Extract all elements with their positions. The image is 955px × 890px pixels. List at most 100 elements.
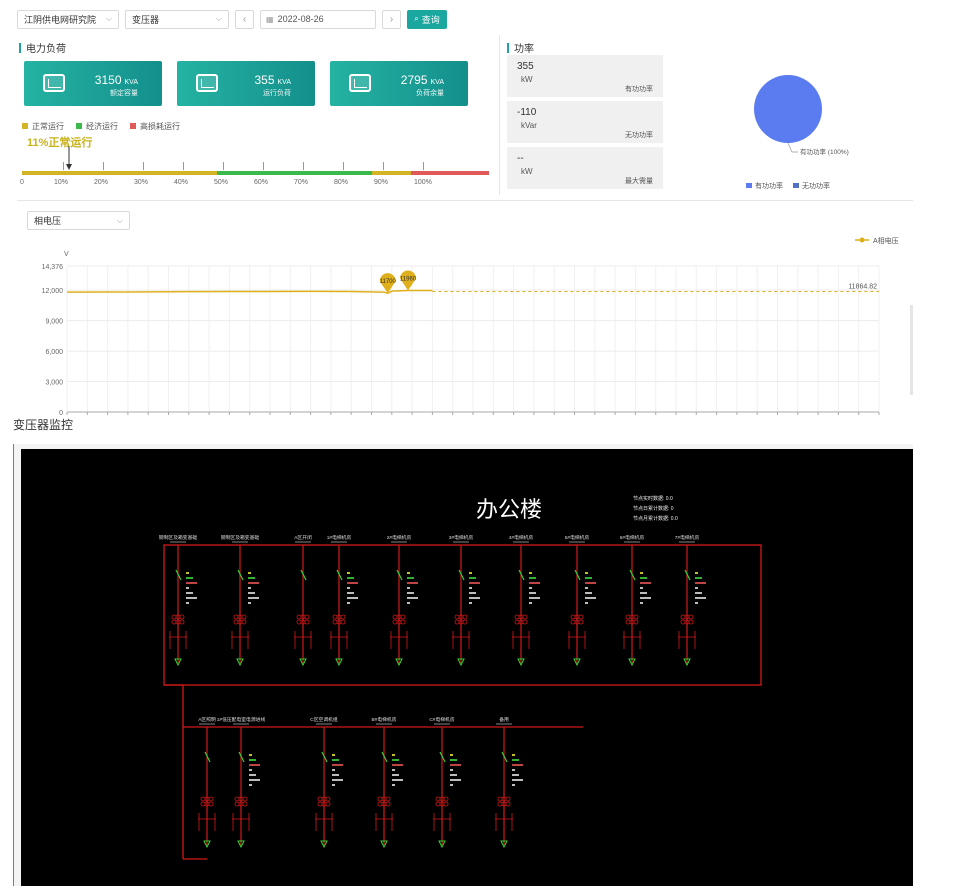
ct-symbol — [179, 614, 185, 620]
card-value: 355 — [254, 73, 275, 87]
card-value: 3150 — [94, 73, 122, 87]
device-select[interactable]: 变压器 ⌵ — [125, 9, 229, 29]
ct-symbol — [680, 614, 686, 620]
meter-reading-glyph — [347, 592, 354, 594]
meter-reading-glyph — [512, 764, 523, 766]
power-name: 无功功率 — [625, 132, 653, 139]
card-label: 额定容量 — [110, 90, 138, 97]
ct-symbol — [296, 614, 302, 620]
meter-reading-glyph — [695, 592, 702, 594]
y-tick-label: 3,000 — [45, 380, 63, 387]
feeder-label: A区照明 — [198, 717, 216, 723]
ct-symbol — [443, 796, 449, 802]
power-name: 有功功率 — [625, 86, 653, 93]
meter-reading-glyph — [392, 769, 395, 771]
ct-symbol — [325, 801, 331, 807]
ct-symbol — [332, 614, 338, 620]
next-date-button[interactable]: › — [382, 9, 401, 29]
pie-legend-active[interactable]: 有功功率 — [746, 181, 783, 191]
meter-reading-glyph — [529, 577, 536, 579]
meter-reading-glyph — [640, 602, 643, 604]
meter-reading-glyph — [249, 779, 260, 781]
prev-date-button[interactable]: ‹ — [235, 9, 254, 29]
ct-symbol — [332, 619, 338, 625]
scale-tick-label: 10% — [54, 179, 69, 186]
page-root: 江阴供电网研究院 ⌵ 变压器 ⌵ ‹ ▦ 2022-08-26 › ⌕ 查询 电… — [0, 0, 955, 890]
legend-marker — [859, 237, 865, 243]
ct-symbol — [505, 796, 511, 802]
ct-symbol — [392, 614, 398, 620]
feeder-label: 7#电梯机房 — [675, 534, 700, 541]
scale-tick-mark — [183, 162, 184, 170]
power-unit: kW — [521, 167, 533, 176]
load-legend: 正常运行 经济运行 高损耗运行 — [22, 121, 180, 132]
query-button[interactable]: ⌕ 查询 — [407, 9, 447, 29]
voltage-select-value: 相电压 — [34, 216, 62, 226]
meter-reading-glyph — [332, 774, 339, 776]
power-value: -110 — [517, 107, 537, 118]
meter-reading-glyph — [529, 592, 536, 594]
rated-capacity-card: 3150 KVA 额定容量 — [24, 61, 162, 106]
ct-symbol — [400, 619, 406, 625]
ct-symbol — [578, 619, 584, 625]
load-scale-bar — [22, 171, 489, 175]
ct-symbol — [233, 614, 239, 620]
meter-reading-glyph — [529, 572, 532, 574]
ct-symbol — [570, 614, 576, 620]
ct-symbol — [377, 801, 383, 807]
legend-normal: 正常运行 — [22, 121, 64, 132]
meter-reading-glyph — [332, 759, 339, 761]
toolbar: 江阴供电网研究院 ⌵ 变压器 ⌵ ‹ ▦ 2022-08-26 › ⌕ 查询 — [17, 9, 447, 29]
ct-symbol — [377, 796, 383, 802]
active-power-box: 355 kW 有功功率 — [507, 55, 663, 97]
card-unit: KVA — [277, 79, 292, 86]
ct-symbol — [171, 619, 177, 625]
meter-reading-glyph — [332, 769, 335, 771]
meter-reading-glyph — [248, 587, 251, 589]
date-picker[interactable]: ▦ 2022-08-26 — [260, 9, 376, 29]
ct-symbol — [522, 619, 528, 625]
marker-label: 11960 — [400, 277, 417, 283]
meter-reading-glyph — [469, 577, 476, 579]
meter-reading-glyph — [347, 587, 350, 589]
ct-symbol — [400, 614, 406, 620]
meter-reading-glyph — [392, 784, 395, 786]
legend-economic: 经济运行 — [76, 121, 118, 132]
scale-tick-label: 20% — [94, 179, 109, 186]
meter-reading-glyph — [695, 597, 706, 599]
meter-reading-glyph — [585, 592, 592, 594]
scale-economic-segment — [216, 171, 373, 175]
meter-reading-glyph — [392, 779, 403, 781]
ct-symbol — [304, 614, 310, 620]
monitor-section-label: 变压器监控 — [13, 418, 74, 432]
feeder-label: 备用 — [499, 716, 509, 723]
org-select[interactable]: 江阴供电网研究院 ⌵ — [17, 9, 119, 29]
meter-reading-glyph — [585, 602, 588, 604]
meter-reading-glyph — [249, 774, 256, 776]
meter-reading-glyph — [407, 577, 414, 579]
ct-symbol — [522, 614, 528, 620]
scale-tick-mark — [263, 162, 264, 170]
pie-leader-line — [787, 142, 798, 153]
ct-symbol — [497, 796, 503, 802]
feeder-label: 钢制区及箱变基础 — [159, 534, 198, 541]
ct-symbol — [578, 614, 584, 620]
power-value: 355 — [517, 61, 534, 72]
ct-symbol — [296, 619, 302, 625]
scale-tick-label: 0 — [20, 179, 24, 186]
meter-reading-glyph — [392, 774, 399, 776]
meter-reading-glyph — [186, 572, 189, 574]
meter-reading-glyph — [450, 784, 453, 786]
ct-symbol — [242, 796, 248, 802]
scale-tick-label: 40% — [174, 179, 189, 186]
org-select-value: 江阴供电网研究院 — [24, 14, 97, 25]
card-unit: KVA — [430, 79, 445, 86]
meter-reading-glyph — [332, 764, 343, 766]
voltage-type-select[interactable]: 相电压 ⌵ — [27, 211, 130, 230]
ct-symbol — [340, 619, 346, 625]
ct-symbol — [392, 619, 398, 625]
legend-label[interactable]: A相电压 — [873, 236, 899, 245]
meter-reading-glyph — [407, 592, 414, 594]
meter-reading-glyph — [186, 597, 197, 599]
pie-legend-reactive[interactable]: 无功功率 — [793, 181, 830, 191]
